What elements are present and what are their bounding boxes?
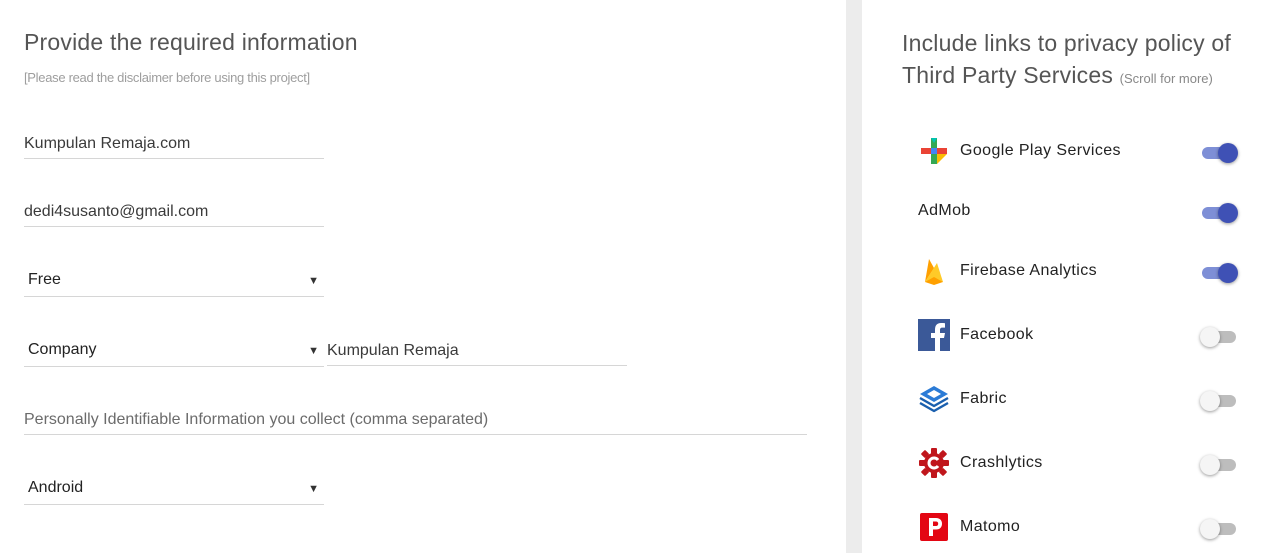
firebase-icon xyxy=(918,255,950,287)
disclaimer-note: [Please read the disclaimer before using… xyxy=(24,70,310,85)
toggle-thumb xyxy=(1218,263,1238,283)
service-label: Fabric xyxy=(960,390,1007,407)
google-play-toggle[interactable] xyxy=(1200,140,1240,163)
fabric-toggle[interactable] xyxy=(1200,388,1240,411)
app-type-select[interactable]: Free ▼ xyxy=(24,262,324,297)
platform-select[interactable]: Android ▼ xyxy=(24,470,324,505)
service-label: Crashlytics xyxy=(960,454,1043,471)
facebook-icon xyxy=(918,319,950,351)
crashlytics-toggle[interactable] xyxy=(1200,452,1240,475)
toggle-thumb xyxy=(1200,519,1220,539)
service-google-play: Google Play Services xyxy=(918,131,1240,171)
service-fabric: Fabric xyxy=(918,379,1240,419)
owner-type-value: Company xyxy=(28,341,97,358)
owner-type-select[interactable]: Company ▼ xyxy=(24,332,324,367)
dropdown-arrow-icon: ▼ xyxy=(308,345,319,357)
service-label: AdMob xyxy=(918,202,971,219)
app-name-field[interactable]: Kumpulan Remaja.com xyxy=(24,128,324,159)
matomo-icon xyxy=(918,511,950,543)
crashlytics-icon xyxy=(918,447,950,479)
toggle-thumb xyxy=(1218,143,1238,163)
info-form-panel: Provide the required information [Please… xyxy=(0,0,846,553)
app-name-value: Kumpulan Remaja.com xyxy=(24,135,191,152)
matomo-toggle[interactable] xyxy=(1200,516,1240,539)
service-firebase-analytics: Firebase Analytics xyxy=(918,251,1240,291)
services-panel-title: Include links to privacy policy of Third… xyxy=(902,27,1262,95)
service-admob: AdMob xyxy=(918,191,1240,231)
email-value: dedi4susanto@gmail.com xyxy=(24,203,209,220)
pii-placeholder: Personally Identifiable Information you … xyxy=(24,411,489,428)
form-title: Provide the required information xyxy=(24,29,358,55)
toggle-thumb xyxy=(1200,455,1220,475)
firebase-toggle[interactable] xyxy=(1200,260,1240,283)
service-matomo: Matomo xyxy=(918,507,1240,547)
service-label: Matomo xyxy=(960,518,1021,535)
toggle-thumb xyxy=(1200,391,1220,411)
pii-input[interactable]: Personally Identifiable Information you … xyxy=(24,403,807,435)
scroll-hint: (Scroll for more) xyxy=(1119,71,1213,86)
toggle-thumb xyxy=(1200,327,1220,347)
service-label: Firebase Analytics xyxy=(960,262,1098,279)
email-field[interactable]: dedi4susanto@gmail.com xyxy=(24,196,324,227)
platform-value: Android xyxy=(28,479,84,496)
owner-name-field[interactable]: Kumpulan Remaja xyxy=(327,334,627,366)
owner-name-value: Kumpulan Remaja xyxy=(327,342,459,359)
service-label: Facebook xyxy=(960,326,1034,343)
dropdown-arrow-icon: ▼ xyxy=(308,483,319,495)
service-facebook: Facebook xyxy=(918,315,1240,355)
dropdown-arrow-icon: ▼ xyxy=(308,275,319,287)
google-play-icon xyxy=(918,135,950,167)
app-type-value: Free xyxy=(28,271,61,288)
service-label: Google Play Services xyxy=(960,142,1121,159)
service-crashlytics: Crashlytics xyxy=(918,443,1240,483)
toggle-thumb xyxy=(1218,203,1238,223)
facebook-toggle[interactable] xyxy=(1200,324,1240,347)
admob-toggle[interactable] xyxy=(1200,200,1240,223)
third-party-services-panel[interactable]: Include links to privacy policy of Third… xyxy=(862,0,1280,553)
fabric-icon xyxy=(918,383,950,415)
